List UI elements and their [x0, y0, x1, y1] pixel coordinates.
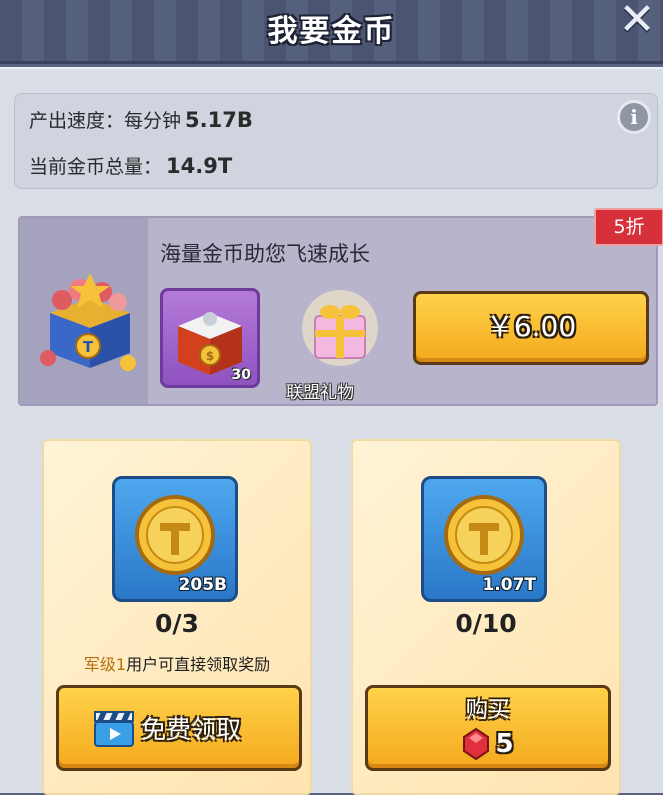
window-title: 我要金币: [267, 14, 396, 49]
gift-box-icon: [302, 290, 378, 366]
rate-value: 5.17B: [185, 108, 253, 132]
discount-badge: 5折: [594, 208, 663, 246]
item-count: 30: [231, 367, 251, 383]
total-line: 当前金币总量： 14.9T: [29, 152, 232, 179]
coin-tile: 205B: [112, 476, 238, 602]
rank-highlight: 军级1: [83, 655, 127, 674]
film-clapper-icon: [94, 711, 134, 747]
info-icon[interactable]: i: [617, 100, 651, 134]
gift-label: 联盟礼物: [286, 383, 354, 403]
main-panel: 产出速度：每分钟 5.17B 当前金币总量： 14.9T i T 海量金币助您飞速成…: [0, 67, 663, 795]
buy-coins-card: 1.07T 0/10 购买 5: [351, 439, 621, 795]
svg-text:$: $: [206, 349, 214, 363]
red-gem-icon: [463, 728, 490, 760]
free-claim-button[interactable]: 免费领取: [56, 685, 302, 771]
offer-title: 海量金币助您飞速成长: [160, 242, 370, 266]
svg-text:T: T: [83, 338, 94, 356]
offer-image-area: T: [20, 218, 148, 404]
rank-note-text: 用户可直接领取奖励: [126, 655, 271, 674]
free-coins-card: 205B 0/3 军级1用户可直接领取奖励 免费领取: [42, 439, 312, 795]
buy-label: 购买: [465, 698, 510, 723]
coin-amount: 205B: [178, 575, 227, 595]
gem-count: 5: [495, 729, 514, 759]
close-icon[interactable]: ✕: [617, 0, 657, 42]
total-value: 14.9T: [166, 154, 233, 178]
claim-progress: 0/3: [155, 609, 199, 638]
free-claim-label: 免费领取: [141, 715, 242, 744]
total-label: 当前金币总量：: [29, 156, 163, 178]
coin-amount: 1.07T: [482, 575, 536, 595]
stats-box: 产出速度：每分钟 5.17B 当前金币总量： 14.9T i: [14, 93, 658, 189]
title-bar: 我要金币 ✕: [0, 0, 663, 64]
offer-banner: T 海量金币助您飞速成长 5折 $ 30 联盟礼物 ￥6.00: [18, 208, 663, 406]
gem-cost: 5: [368, 728, 608, 760]
coin-chest-item[interactable]: $ 30: [160, 288, 260, 388]
rate-label: 产出速度：每分钟: [29, 110, 182, 132]
coin-tile: 1.07T: [421, 476, 547, 602]
purchase-progress: 0/10: [455, 609, 517, 638]
rank-note: 军级1用户可直接领取奖励: [44, 651, 310, 675]
rate-line: 产出速度：每分钟 5.17B: [29, 106, 253, 133]
buy-button[interactable]: 购买 5: [365, 685, 611, 771]
treasure-chest-icon: T: [40, 273, 136, 371]
purchase-price-button[interactable]: ￥6.00: [413, 291, 649, 365]
